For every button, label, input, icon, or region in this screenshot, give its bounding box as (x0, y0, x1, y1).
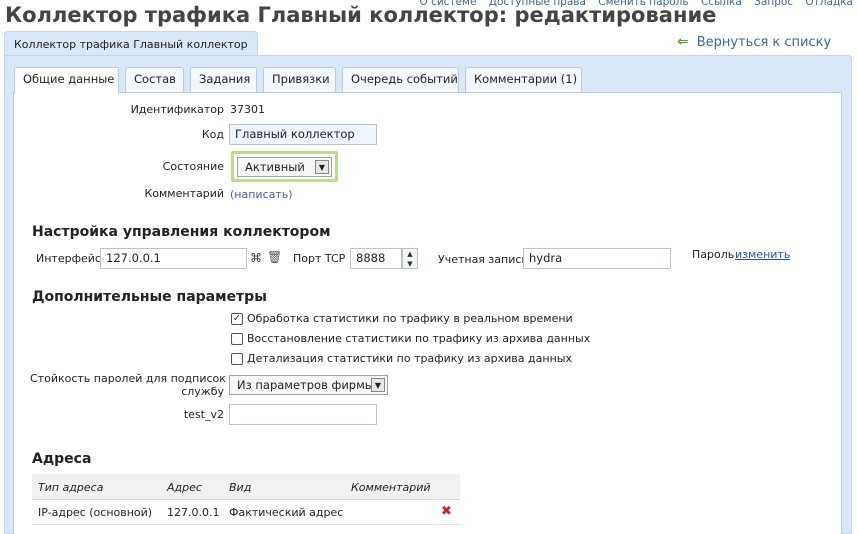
dropdown-arrow-icon: ▼ (371, 378, 385, 392)
id-label: Идентификатор (130, 103, 224, 116)
comment-write-link[interactable]: (написать) (230, 188, 293, 201)
test-label: test_v2 (183, 408, 224, 421)
password-strength-label-line2: службу (181, 385, 224, 398)
tab-composition[interactable]: Состав (125, 67, 184, 92)
interface-label: Интерфейс (36, 252, 101, 265)
id-value: 37301 (230, 103, 265, 116)
change-password-link[interactable]: изменить (735, 248, 790, 261)
dropdown-arrow-icon: ▼ (315, 160, 329, 174)
checkbox-realtime[interactable]: ✓ (231, 313, 243, 325)
back-arrow-icon: ⇐ (677, 34, 689, 50)
cell-kind: Фактический адрес (229, 506, 344, 519)
account-input[interactable]: hydra (523, 248, 671, 269)
checkbox-restore-label: Восстановление статистики по трафику из … (247, 332, 591, 345)
back-link-label: Вернуться к списку (696, 35, 832, 50)
tab-general[interactable]: Общие данные (14, 67, 119, 94)
trash-icon[interactable]: 🗑 (267, 250, 282, 264)
header-tab[interactable]: Коллектор трафика Главный коллектор (4, 31, 258, 56)
checkbox-realtime-label: Обработка статистики по трафику в реальн… (247, 312, 573, 325)
tab-bindings[interactable]: Привязки (263, 67, 336, 92)
spin-up-icon[interactable]: ▲ (403, 249, 417, 259)
tab-comments[interactable]: Комментарии (1) (465, 67, 582, 92)
spin-down-icon[interactable]: ▼ (403, 259, 417, 269)
addresses-heading: Адреса (32, 451, 92, 467)
account-label: Учетная запись (438, 253, 528, 266)
port-input[interactable]: 8888 (350, 248, 402, 269)
col-comment[interactable]: Комментарий (351, 481, 431, 494)
collector-settings-heading: Настройка управления коллектором (32, 224, 331, 240)
password-label: Пароль (692, 248, 735, 261)
password-strength-label: Стойкость паролей для подписок на службу (30, 372, 244, 398)
state-select-value: Активный (245, 160, 305, 174)
password-strength-select[interactable]: Из параметров фирмы ▼ (229, 375, 388, 395)
cell-address-type: IP-адрес (основной) (38, 506, 153, 519)
top-link-debug[interactable]: Отладка (805, 0, 853, 8)
code-input[interactable]: Главный коллектор (229, 124, 377, 145)
password-strength-label-line1: Стойкость паролей для подписок на (30, 372, 244, 385)
page-title: Коллектор трафика Главный коллектор: ред… (5, 3, 717, 27)
checkbox-restore[interactable] (231, 333, 243, 345)
code-label: Код (201, 128, 224, 141)
table-row-divider (32, 524, 460, 525)
checkbox-detail[interactable] (231, 353, 243, 365)
state-select-wrapper: Активный ▼ (231, 151, 338, 182)
state-select[interactable]: Активный ▼ (237, 157, 332, 177)
checkbox-check-icon: ✓ (232, 313, 242, 324)
password-strength-value: Из параметров фирмы (237, 378, 374, 392)
checkbox-detail-label: Детализация статистики по трафику из арх… (247, 352, 572, 365)
cell-address: 127.0.0.1 (167, 506, 220, 519)
tab-event-queue[interactable]: Очередь событий (342, 67, 459, 92)
state-label: Состояние (162, 160, 224, 173)
extra-params-heading: Дополнительные параметры (32, 289, 267, 305)
port-spinner[interactable]: ▲ ▼ (402, 248, 418, 269)
delete-icon[interactable]: ✖ (441, 504, 452, 519)
interface-input[interactable]: 127.0.0.1 (100, 248, 247, 269)
col-address-type[interactable]: Тип адреса (38, 481, 103, 494)
binoculars-icon[interactable]: ⌘ (250, 251, 262, 265)
port-label: Порт TCP (293, 252, 346, 265)
comment-label: Комментарий (144, 187, 224, 200)
col-address[interactable]: Адрес (167, 481, 202, 494)
col-kind[interactable]: Вид (229, 481, 251, 494)
top-link-request[interactable]: Запрос (754, 0, 793, 8)
back-to-list-link[interactable]: ⇐ Вернуться к списку (677, 34, 831, 50)
test-input[interactable] (229, 404, 377, 425)
tab-tasks[interactable]: Задания (190, 67, 257, 92)
